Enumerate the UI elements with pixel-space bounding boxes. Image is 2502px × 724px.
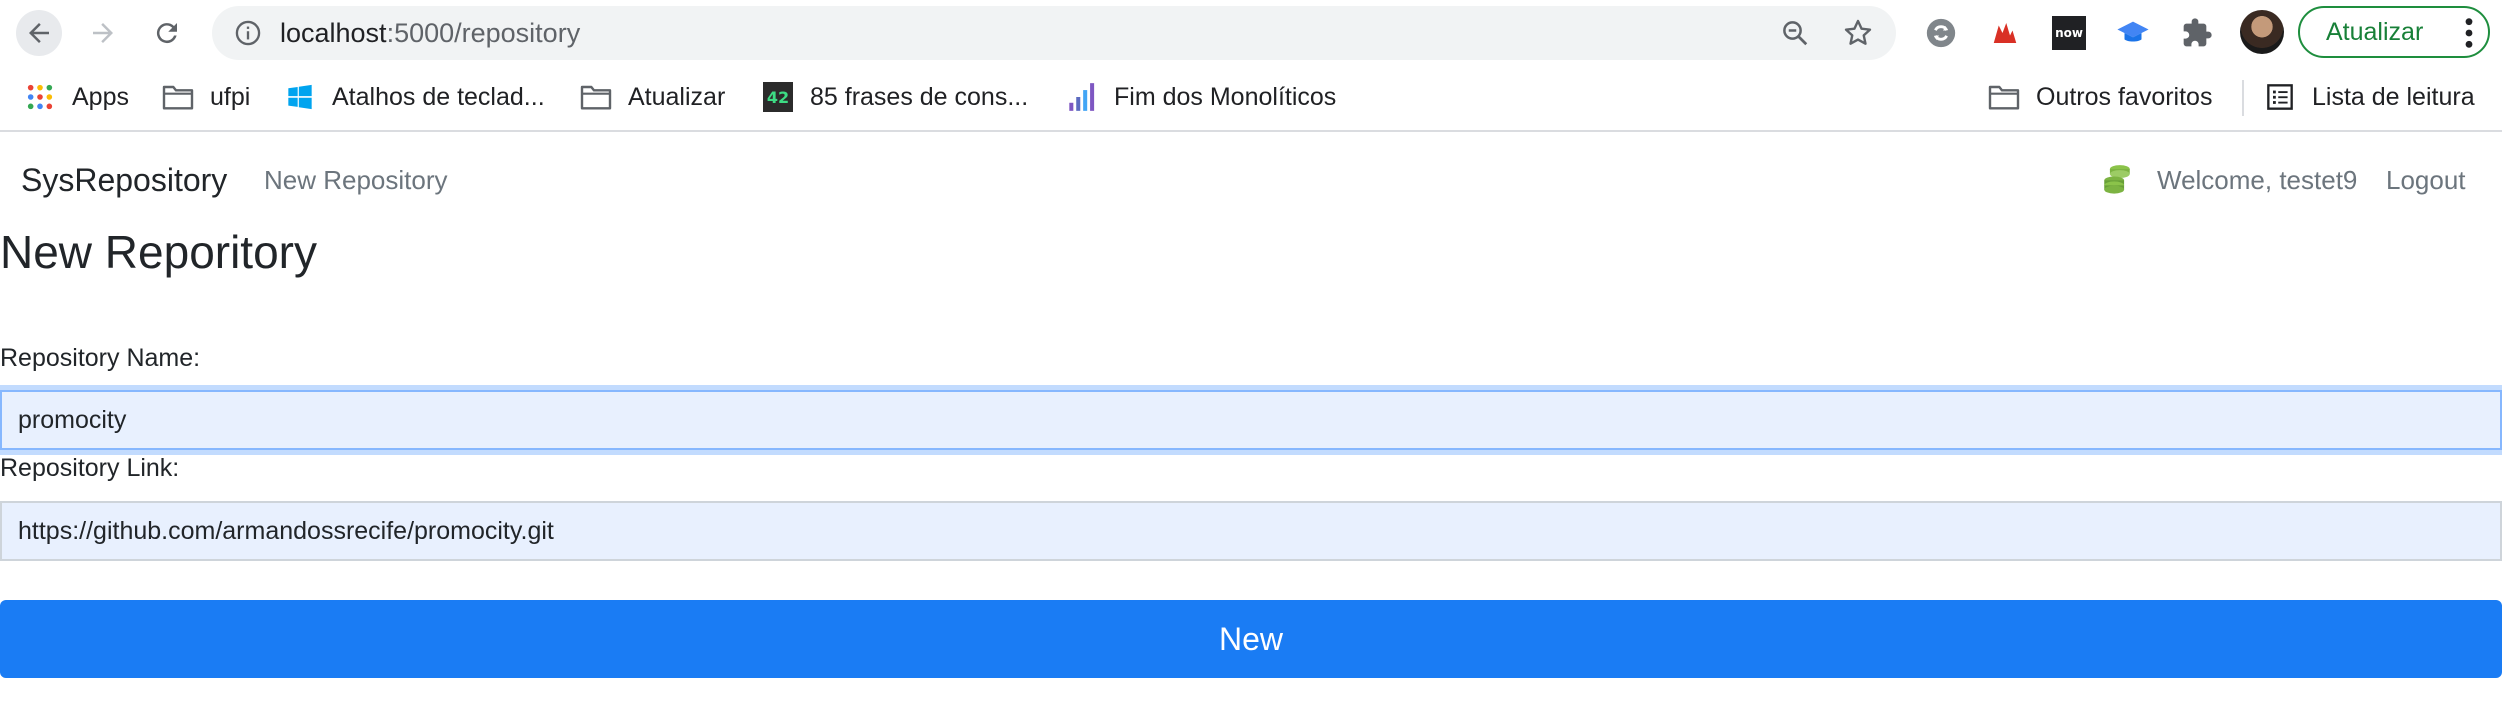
back-button[interactable] <box>16 10 62 56</box>
bookmark-frases[interactable]: 42 85 frases de cons... <box>762 66 1028 128</box>
url-path: :5000/repository <box>386 18 581 48</box>
bookmark-label: Atalhos de teclad... <box>332 82 545 111</box>
folder-icon <box>1988 81 2020 113</box>
reading-list-icon <box>2264 81 2296 113</box>
profile-avatar[interactable] <box>2240 10 2284 54</box>
new-repository-submit-button[interactable]: New <box>0 600 2502 678</box>
welcome-text: Welcome, testet9 <box>2157 165 2358 195</box>
repository-link-label: Repository Link: <box>0 454 180 482</box>
bookmark-label: ufpi <box>210 82 251 111</box>
new-repository-link[interactable]: New Repository <box>264 165 448 196</box>
arrow-right-icon <box>93 23 113 43</box>
repository-name-input[interactable] <box>0 390 2502 450</box>
bookmark-label: Lista de leitura <box>2312 82 2475 111</box>
bookmark-lista-de-leitura[interactable]: Lista de leitura <box>2264 66 2475 128</box>
42-badge-text: 42 <box>763 82 793 112</box>
bookmarks-bar: Apps ufpi Atalhos de teclad... Atualizar… <box>0 66 2502 132</box>
zoom-icon[interactable] <box>1780 18 1810 53</box>
browser-toolbar: localhost:5000/repository now Atualizar <box>0 0 2502 66</box>
graduation-cap-icon[interactable] <box>2114 14 2152 52</box>
forward-button[interactable] <box>80 10 126 56</box>
bookmark-label: Atualizar <box>628 82 726 111</box>
arrow-left-icon <box>29 23 49 43</box>
bookmark-label: 85 frases de cons... <box>810 82 1029 111</box>
coins-icon <box>2100 162 2134 201</box>
folder-icon <box>580 81 612 113</box>
brand-link[interactable]: SysRepository <box>21 162 227 199</box>
bookmark-star-icon[interactable] <box>1842 17 1874 54</box>
bookmarks-divider <box>2242 80 2244 116</box>
reload-icon <box>156 23 177 44</box>
bookmark-atualizar[interactable]: Atualizar <box>580 66 725 128</box>
folder-icon <box>162 81 194 113</box>
menu-dots-icon[interactable] <box>2464 16 2474 57</box>
bookmark-label: Outros favoritos <box>2036 82 2213 111</box>
repository-link-input[interactable] <box>0 501 2502 561</box>
address-bar[interactable]: localhost:5000/repository <box>212 6 1896 60</box>
sync-icon[interactable] <box>1922 14 1960 52</box>
bookmark-monoliticos[interactable]: Fim dos Monolíticos <box>1066 66 1336 128</box>
42-badge-icon: 42 <box>762 81 794 113</box>
bookmark-apps[interactable]: Apps <box>24 66 129 128</box>
logout-link[interactable]: Logout <box>2386 165 2466 196</box>
site-info-icon[interactable] <box>234 19 262 52</box>
bookmark-outros-favoritos[interactable]: Outros favoritos <box>1988 66 2212 128</box>
site-navbar: SysRepository New Repository Welcome, te… <box>0 132 2502 228</box>
apps-grid-icon <box>24 81 56 113</box>
bar-chart-icon <box>1066 81 1098 113</box>
bookmark-ufpi[interactable]: ufpi <box>162 66 250 128</box>
bookmark-label: Apps <box>72 82 129 111</box>
now-extension-icon[interactable]: now <box>2050 14 2088 52</box>
reload-button[interactable] <box>144 10 190 56</box>
update-browser-button[interactable]: Atualizar <box>2298 6 2490 58</box>
bookmark-atalhos[interactable]: Atalhos de teclad... <box>284 66 545 128</box>
repository-name-label: Repository Name: <box>0 344 201 372</box>
now-badge: now <box>2052 16 2086 50</box>
url-host: localhost <box>280 18 387 48</box>
puzzle-icon[interactable] <box>2178 14 2216 52</box>
bookmark-label: Fim dos Monolíticos <box>1114 82 1337 111</box>
windows-logo-icon <box>284 81 316 113</box>
page-title: New Reporitory <box>0 226 317 278</box>
url-text[interactable]: localhost:5000/repository <box>280 18 580 48</box>
red-extension-icon[interactable] <box>1986 14 2024 52</box>
update-button-label: Atualizar <box>2326 17 2424 46</box>
